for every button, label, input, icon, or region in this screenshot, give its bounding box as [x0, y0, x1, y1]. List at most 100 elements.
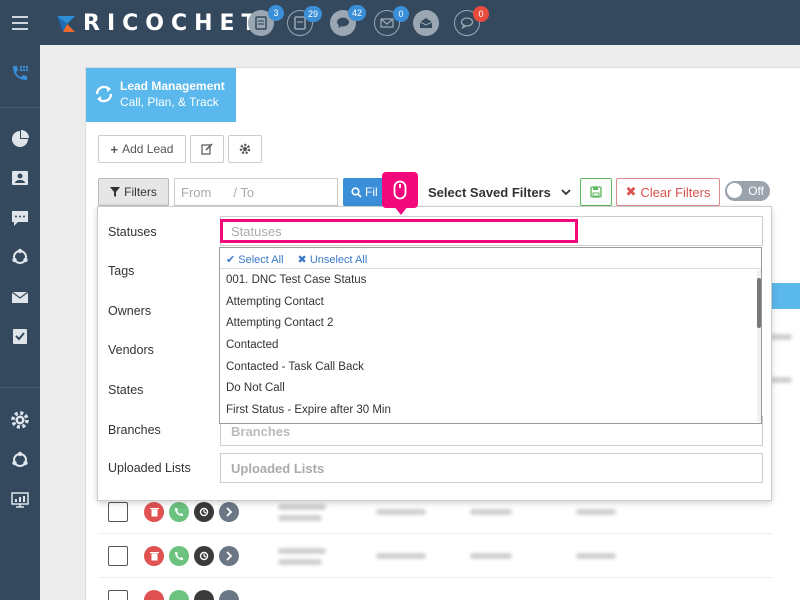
uploaded-lists-label: Uploaded Lists: [108, 461, 191, 475]
contacts-icon[interactable]: [8, 166, 32, 190]
dropdown-option[interactable]: First Status - Expire after 30 Min: [226, 404, 391, 416]
comment-icon: [460, 17, 474, 29]
delete-icon[interactable]: [144, 590, 164, 600]
to-placeholder: / To: [233, 184, 255, 200]
close-icon: ✖: [297, 254, 307, 266]
app-logo[interactable]: RICOCHET 360: [55, 10, 273, 36]
blurred-cell: [278, 548, 326, 554]
statuses-dropdown: ✔ Select All ✖ Unselect All 001. DNC Tes…: [219, 247, 762, 424]
edit-button[interactable]: [190, 135, 224, 163]
statuses-search-input[interactable]: Statuses: [220, 219, 578, 243]
history-icon[interactable]: [194, 502, 214, 522]
clear-filters-button[interactable]: ✖ Clear Filters: [616, 178, 720, 206]
blurred-cell: [770, 377, 792, 383]
search-filter-label: Fil: [365, 185, 378, 199]
chats-button[interactable]: 42: [330, 5, 366, 36]
sidebar-divider: [0, 387, 40, 388]
select-all-link[interactable]: ✔ Select All: [226, 253, 284, 266]
documents-button[interactable]: 3: [248, 5, 284, 36]
files-badge: 29: [303, 6, 322, 22]
uploaded-lists-placeholder: Uploaded Lists: [231, 460, 325, 476]
comments-button[interactable]: 0: [454, 6, 489, 36]
save-filter-button[interactable]: [580, 178, 612, 206]
dropdown-scrollbar-thumb[interactable]: [757, 278, 761, 328]
dropdown-option[interactable]: Attempting Contact 2: [226, 317, 333, 329]
branches-placeholder: Branches: [231, 423, 291, 439]
chats-badge: 42: [347, 5, 366, 21]
saved-filters-select[interactable]: Select Saved Filters: [420, 178, 576, 206]
chevron-down-icon: [561, 189, 571, 196]
dialer-icon[interactable]: [8, 61, 32, 85]
row-divider: [98, 577, 772, 578]
email-icon[interactable]: [8, 285, 32, 309]
settings-button[interactable]: [228, 135, 262, 163]
table-header-strip: [772, 283, 800, 309]
check-icon: ✔: [226, 254, 236, 266]
delete-icon[interactable]: [144, 546, 164, 566]
menu-icon[interactable]: [0, 0, 40, 45]
blurred-cell: [376, 553, 426, 559]
phone-icon[interactable]: [169, 546, 189, 566]
statuses-label: Statuses: [108, 225, 157, 239]
lead-management-title: Lead Management: [120, 79, 225, 93]
mail-badge: 0: [393, 6, 409, 22]
table-row: [98, 537, 772, 578]
dropdown-option[interactable]: Do Not Call: [226, 382, 285, 394]
date-range-input[interactable]: From / To: [174, 178, 338, 206]
row-checkbox[interactable]: [108, 546, 128, 566]
sidebar: [0, 45, 40, 600]
dropdown-option[interactable]: Attempting Contact: [226, 296, 324, 308]
unselect-all-link[interactable]: ✖ Unselect All: [298, 253, 368, 266]
uploaded-lists-field[interactable]: Uploaded Lists: [220, 453, 763, 483]
add-lead-button[interactable]: + Add Lead: [98, 135, 186, 163]
clear-filters-label: Clear Filters: [640, 184, 711, 200]
history-icon[interactable]: [194, 590, 214, 600]
blurred-cell: [376, 509, 426, 515]
phone-icon[interactable]: [169, 590, 189, 600]
filters-button[interactable]: Filters: [98, 178, 169, 206]
blurred-cell: [278, 504, 326, 510]
blurred-cell: [278, 515, 322, 521]
dropdown-option[interactable]: Contacted - Task Call Back: [226, 361, 364, 373]
settings-icon[interactable]: [8, 408, 32, 432]
filter-toggle[interactable]: Off: [725, 181, 770, 201]
monitor-icon[interactable]: [8, 488, 32, 512]
lead-management-card[interactable]: Lead Management Call, Plan, & Track: [86, 68, 236, 122]
select-all-label: Select All: [238, 254, 284, 266]
files-button[interactable]: 29: [287, 6, 322, 36]
chevron-right-icon[interactable]: [219, 590, 239, 600]
mail-button[interactable]: 0: [374, 6, 409, 36]
dropdown-option[interactable]: 001. DNC Test Case Status: [226, 274, 366, 286]
search-icon: [351, 186, 362, 198]
row-checkbox[interactable]: [108, 502, 128, 522]
vendors-label: Vendors: [108, 343, 154, 357]
blurred-cell: [470, 553, 512, 559]
states-label: States: [108, 383, 144, 397]
logo-mark-icon: [57, 16, 75, 32]
owners-label: Owners: [108, 304, 152, 318]
delete-icon[interactable]: [144, 502, 164, 522]
edit-icon: [201, 143, 213, 155]
messages-icon[interactable]: [8, 206, 32, 230]
comments-badge: 0: [473, 6, 489, 22]
from-placeholder: From: [181, 184, 212, 200]
tags-label: Tags: [108, 264, 135, 278]
filter-icon: [110, 187, 121, 197]
documents-badge: 3: [268, 5, 284, 21]
history-icon[interactable]: [194, 546, 214, 566]
dropdown-option[interactable]: Contacted: [226, 339, 278, 351]
add-lead-label: Add Lead: [122, 142, 174, 156]
open-mail-button[interactable]: [413, 10, 439, 36]
document-icon: [255, 16, 267, 30]
chevron-right-icon[interactable]: [219, 546, 239, 566]
blurred-cell: [278, 559, 322, 565]
chevron-right-icon[interactable]: [219, 502, 239, 522]
row-checkbox[interactable]: [108, 590, 128, 600]
open-envelope-icon: [419, 18, 433, 28]
tasks-icon[interactable]: [8, 324, 32, 348]
gear-icon: [239, 143, 251, 155]
network-icon[interactable]: [8, 245, 32, 269]
pie-chart-icon[interactable]: [8, 127, 32, 151]
phone-icon[interactable]: [169, 502, 189, 522]
integrations-icon[interactable]: [8, 448, 32, 472]
